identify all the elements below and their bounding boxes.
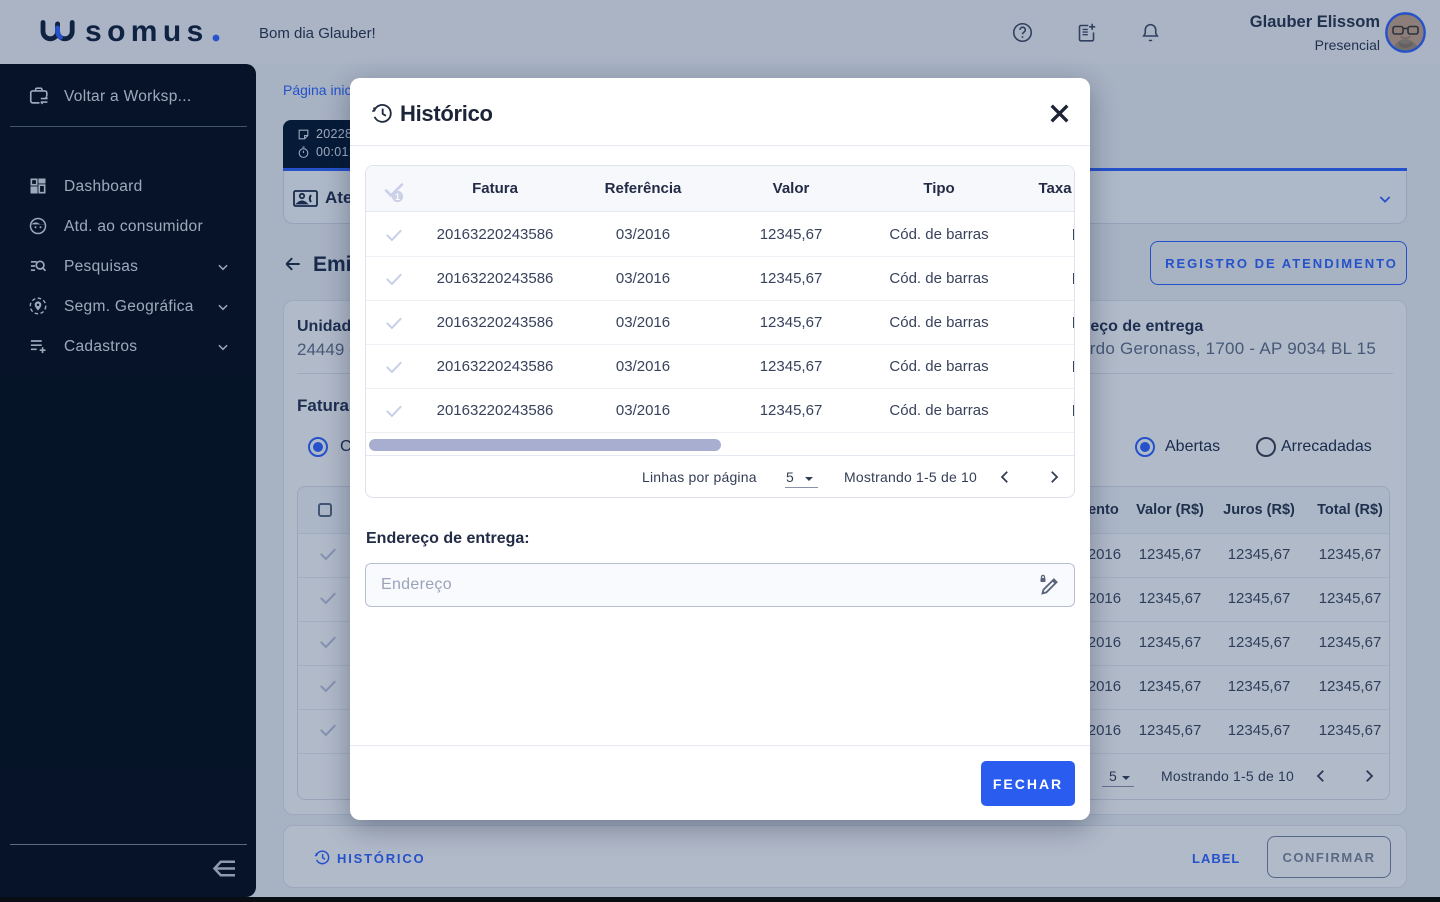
svg-text:1: 1	[395, 192, 400, 202]
